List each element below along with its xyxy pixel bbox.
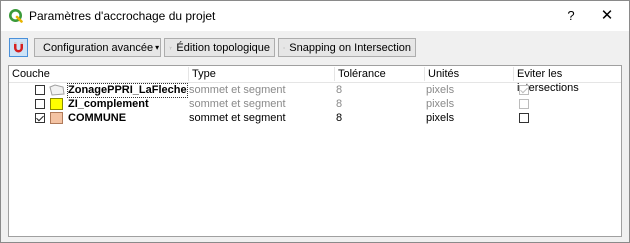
layer-name: ZonagePPRI_LaFleche — [67, 83, 188, 98]
polygon-outline-icon — [49, 84, 65, 96]
dropdown-arrow-icon: ▾ — [155, 43, 160, 52]
column-header-avoid-intersections[interactable]: Eviter les intersections — [514, 67, 621, 94]
help-button[interactable]: ? — [557, 6, 585, 26]
units-value[interactable]: pixels — [426, 84, 454, 97]
window-title: Paramètres d'accrochage du projet — [29, 9, 216, 23]
peach-fill-swatch — [50, 112, 63, 124]
title-bar: Paramètres d'accrochage du projet ? ✕ — [1, 1, 629, 31]
units-value[interactable]: pixels — [426, 98, 454, 111]
layers-table: Couche Type Tolérance Unités Eviter les … — [8, 65, 622, 237]
tolerance-value[interactable]: 8 — [336, 84, 342, 97]
avoid-intersections-checkbox[interactable] — [519, 113, 529, 123]
table-row[interactable]: COMMUNE sommet et segment 8 pixels — [9, 111, 621, 125]
layer-name: ZI_complement — [68, 98, 149, 110]
intersection-icon — [283, 46, 286, 49]
layer-enable-checkbox[interactable] — [35, 113, 45, 123]
snap-type[interactable]: sommet et segment — [189, 84, 286, 97]
snapping-dialog: Paramètres d'accrochage du projet ? ✕ Co… — [0, 0, 630, 243]
topological-editing-button[interactable]: Édition topologique — [164, 38, 275, 57]
topological-editing-label: Édition topologique — [176, 41, 270, 54]
close-button[interactable]: ✕ — [593, 6, 621, 26]
advanced-config-button[interactable]: Configuration avancée ▾ — [34, 38, 161, 57]
column-header-units[interactable]: Unités — [425, 67, 514, 81]
yellow-fill-swatch — [50, 98, 63, 110]
avoid-intersections-checkbox[interactable] — [519, 85, 529, 95]
snapping-intersection-label: Snapping on Intersection — [289, 41, 411, 54]
table-header: Couche Type Tolérance Unités Eviter les … — [9, 66, 621, 94]
snapping-intersection-button[interactable]: Snapping on Intersection — [278, 38, 416, 57]
magnet-icon — [14, 42, 23, 53]
tolerance-value[interactable]: 8 — [336, 112, 342, 125]
layer-enable-checkbox[interactable] — [35, 99, 45, 109]
table-row[interactable]: ZonagePPRI_LaFleche sommet et segment 8 … — [9, 83, 621, 98]
column-header-tolerance[interactable]: Tolérance — [335, 67, 425, 81]
snap-type[interactable]: sommet et segment — [189, 112, 286, 125]
topology-icon — [169, 46, 173, 49]
column-header-layer[interactable]: Couche — [9, 67, 189, 81]
avoid-intersections-checkbox[interactable] — [519, 99, 529, 109]
layer-enable-checkbox[interactable] — [35, 85, 45, 95]
advanced-config-label: Configuration avancée — [43, 41, 154, 54]
table-row[interactable]: ZI_complement sommet et segment 8 pixels — [9, 97, 621, 111]
qgis-icon — [9, 9, 23, 23]
column-header-type[interactable]: Type — [189, 67, 335, 81]
tolerance-value[interactable]: 8 — [336, 98, 342, 111]
units-value[interactable]: pixels — [426, 112, 454, 125]
layer-name: COMMUNE — [68, 112, 127, 124]
snap-type[interactable]: sommet et segment — [189, 98, 286, 111]
enable-snapping-button[interactable] — [9, 38, 28, 57]
